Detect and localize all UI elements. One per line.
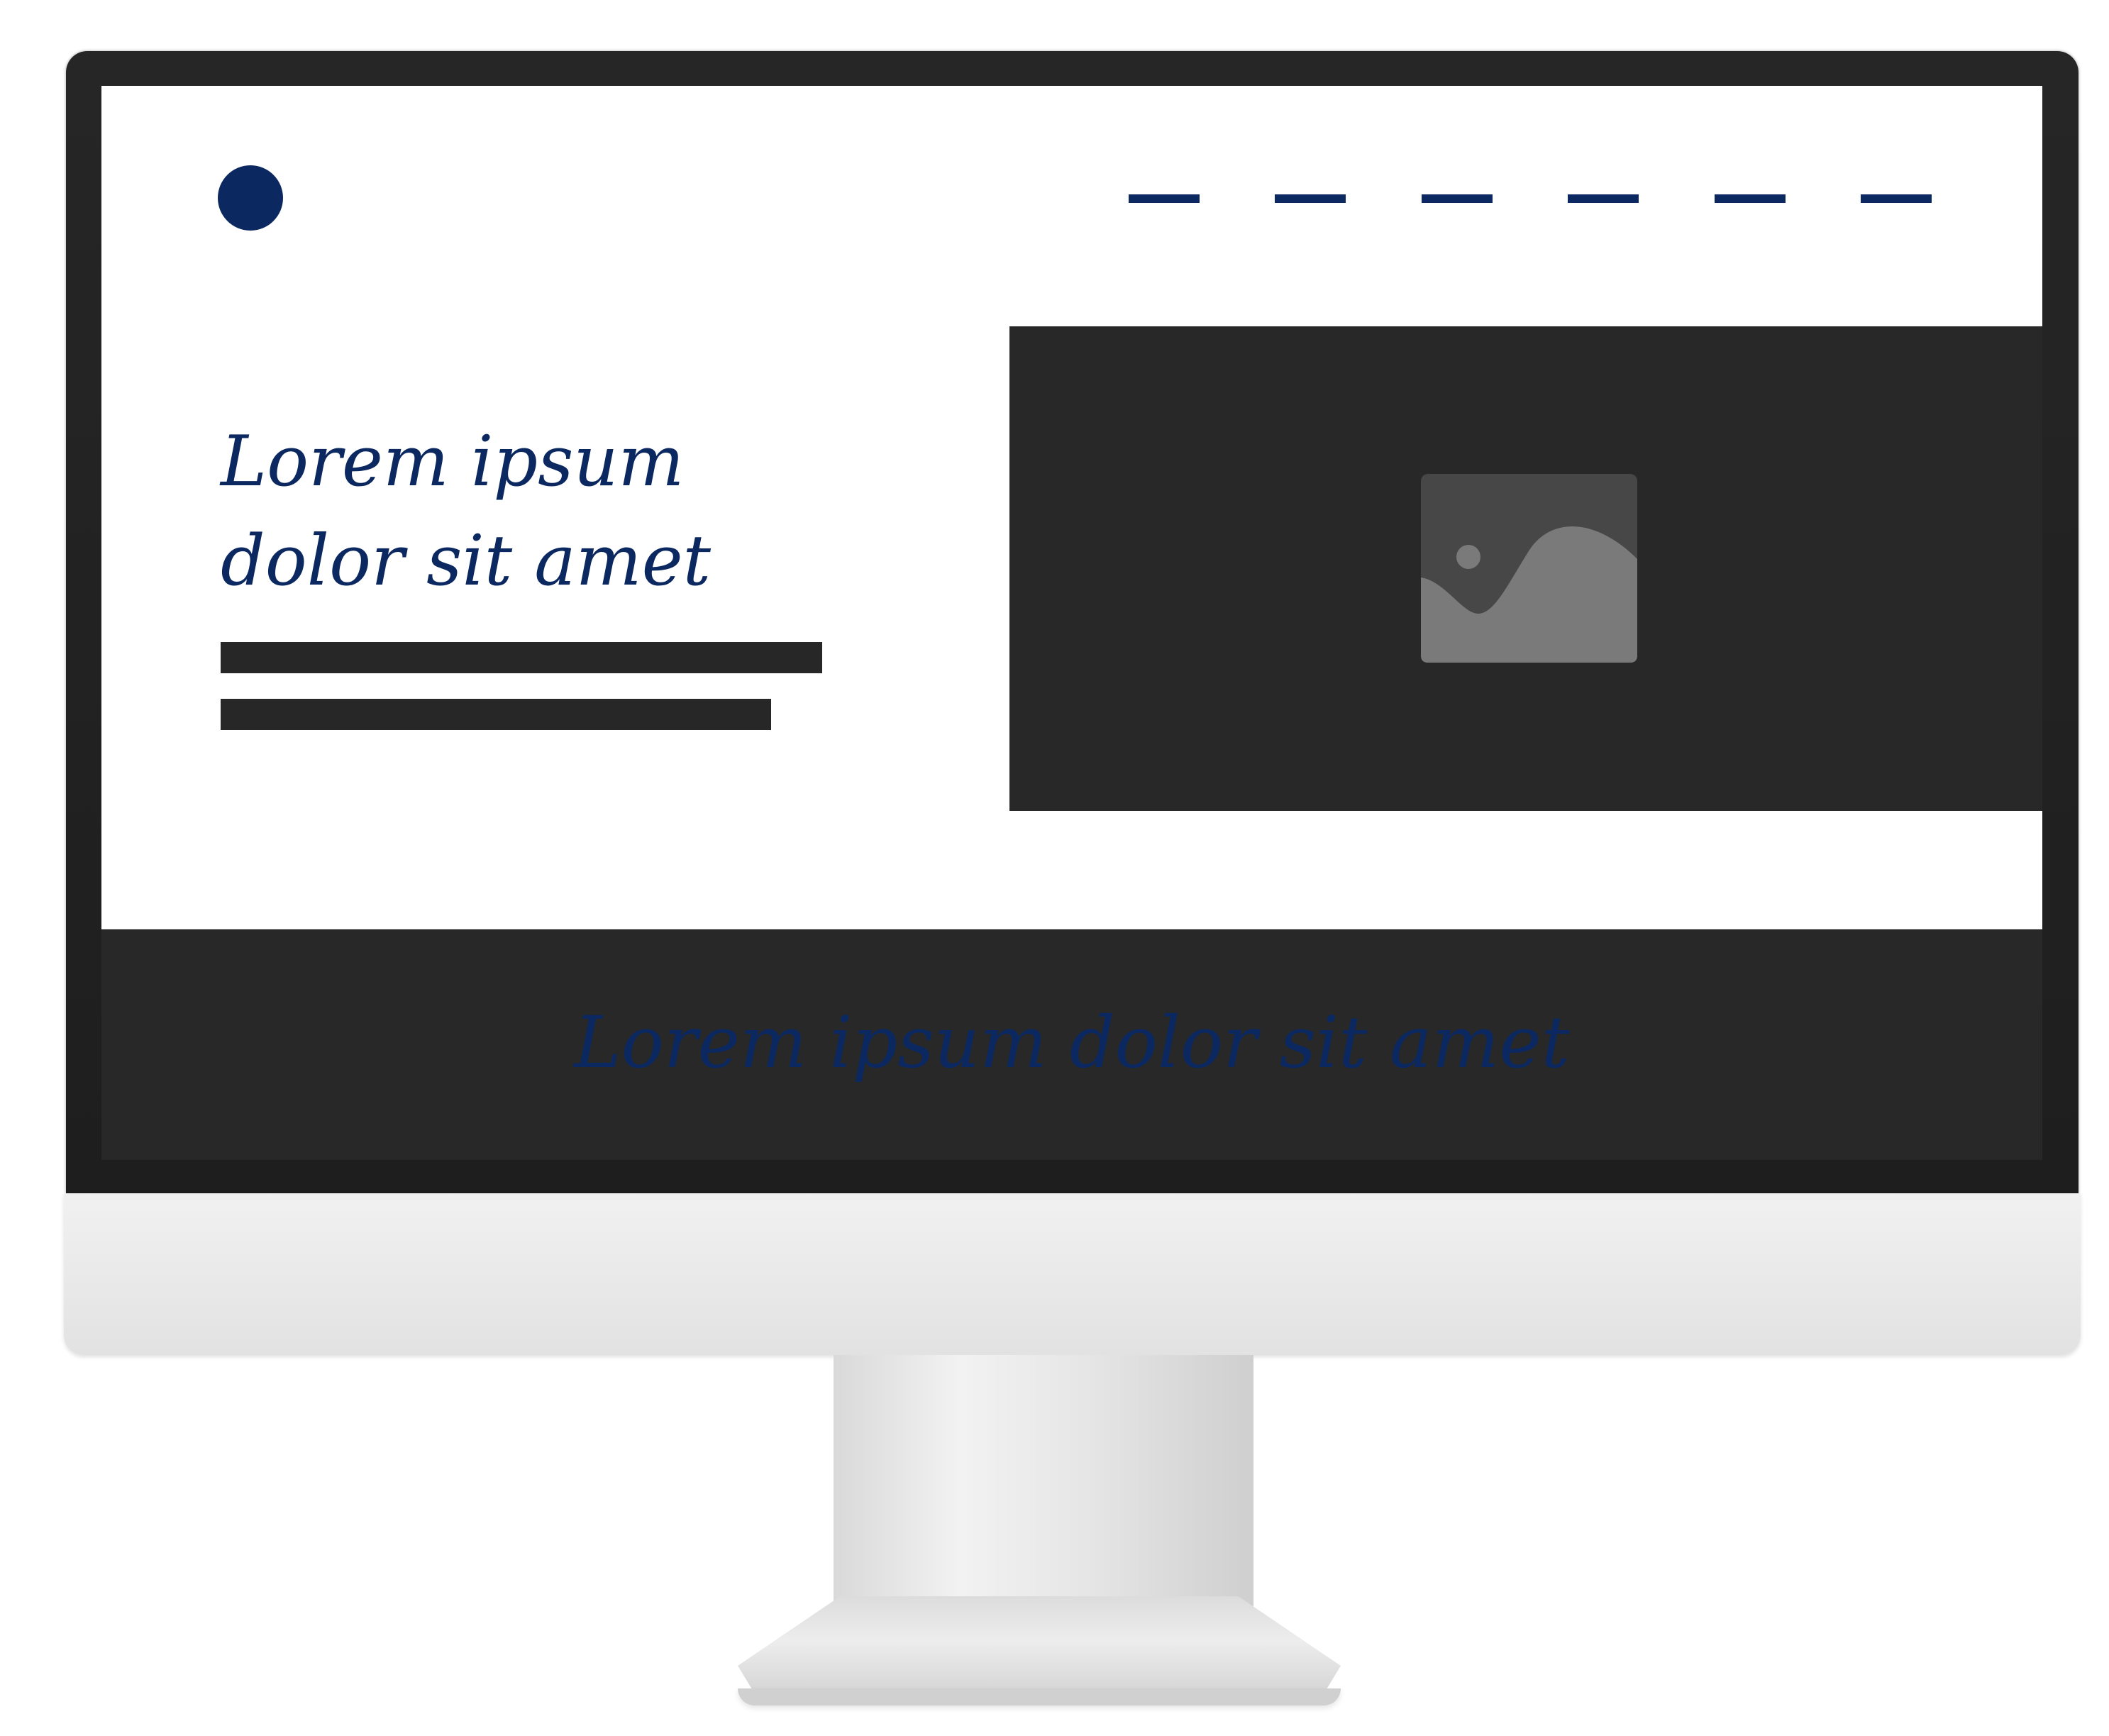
hero-title: Lorem ipsum dolor sit amet bbox=[221, 421, 711, 602]
footer-band: Lorem ipsum dolor sit amet bbox=[101, 929, 2042, 1160]
image-placeholder-icon bbox=[1421, 474, 1637, 663]
hero-image bbox=[1009, 326, 2042, 811]
circle-logo-icon[interactable] bbox=[218, 165, 283, 231]
nav-item-3[interactable] bbox=[1421, 194, 1493, 203]
footer-text: Lorem ipsum dolor sit amet bbox=[574, 1001, 1570, 1084]
nav-item-4[interactable] bbox=[1568, 194, 1639, 203]
nav-item-6[interactable] bbox=[1860, 194, 1932, 203]
text-placeholder-line bbox=[221, 642, 822, 673]
nav-item-2[interactable] bbox=[1275, 194, 1346, 203]
monitor-chin bbox=[64, 1193, 2081, 1355]
top-navigation bbox=[1129, 194, 1932, 203]
text-placeholder-line bbox=[221, 699, 771, 730]
monitor-stand-neck bbox=[834, 1355, 1253, 1625]
nav-item-1[interactable] bbox=[1129, 194, 1200, 203]
nav-item-5[interactable] bbox=[1714, 194, 1786, 203]
monitor-stand-base-edge bbox=[738, 1688, 1341, 1705]
monitor-stand-foot bbox=[738, 1596, 1341, 1696]
monitor-mockup: Lorem ipsum dolor sit amet Lorem ipsum d… bbox=[0, 0, 2109, 1736]
screen: Lorem ipsum dolor sit amet Lorem ipsum d… bbox=[101, 86, 2042, 1160]
